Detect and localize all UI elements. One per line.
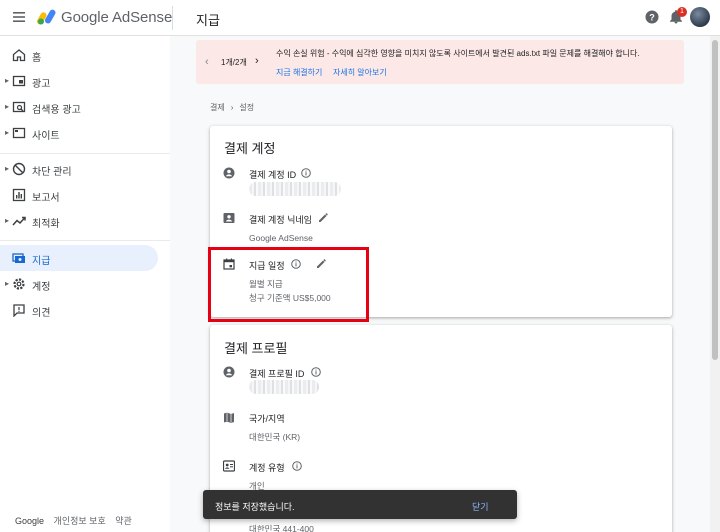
- sidebar-item-feedback[interactable]: 의견: [0, 297, 158, 323]
- sidebar-item-label: 보고서: [32, 193, 60, 204]
- sidebar-item-label: 지급: [32, 256, 51, 267]
- sidebar-item-label: 계정: [32, 282, 51, 293]
- sidebar-item-label: 차단 관리: [32, 167, 72, 178]
- adsense-logo-icon: [37, 9, 56, 25]
- search-ads-icon: [12, 101, 26, 113]
- sidebar-item-search-ads[interactable]: ▸ 검색용 광고: [0, 94, 158, 120]
- sidebar-item-payments[interactable]: 지급: [0, 245, 158, 271]
- expand-caret-icon: ▸: [5, 164, 10, 173]
- help-icon[interactable]: ?: [645, 10, 659, 24]
- ads-icon: [12, 75, 26, 87]
- sidebar-item-label: 의견: [32, 308, 51, 319]
- payments-account-nickname-label: 결제 계정 닉네임: [249, 215, 312, 225]
- sidebar-item-label: 최적화: [32, 219, 60, 230]
- account-circle-icon: [223, 167, 235, 179]
- map-icon: [224, 412, 234, 423]
- optimization-icon: [12, 216, 26, 226]
- account-circle-icon: [223, 366, 235, 378]
- payments-account-title: 결제 계정: [224, 141, 276, 156]
- sidebar-item-optimization[interactable]: ▸ 최적화: [0, 208, 158, 234]
- payments-profile-id-label: 결제 프로필 ID: [249, 369, 305, 379]
- payments-icon: [12, 253, 25, 263]
- payment-schedule-label: 지급 일정: [249, 261, 285, 271]
- country-label: 국가/지역: [249, 414, 285, 424]
- info-icon[interactable]: [301, 168, 311, 178]
- notification-count-badge: 1: [677, 7, 687, 17]
- payments-account-nickname-value: Google AdSense: [249, 233, 313, 243]
- feedback-icon: [13, 304, 25, 317]
- sidebar-divider: [0, 240, 170, 241]
- sidebar-item-label: 검색용 광고: [32, 105, 81, 116]
- breadcrumb-separator-icon: ›: [230, 103, 234, 112]
- sidebar-item-sites[interactable]: ▸ 사이트: [0, 120, 158, 146]
- snackbar-close-button[interactable]: 닫기: [472, 500, 489, 513]
- top-app-bar: Google AdSense 지급 ? 1: [0, 0, 720, 36]
- account-type-label: 계정 유형: [249, 463, 285, 473]
- sidebar-item-home[interactable]: 홈: [0, 42, 158, 68]
- breadcrumb: 결제 › 설정: [210, 102, 254, 113]
- menu-icon[interactable]: [12, 10, 26, 24]
- app-name: Google AdSense: [61, 9, 173, 26]
- sidebar-footer: Google 개인정보 보호 약관: [15, 514, 139, 527]
- svg-text:?: ?: [649, 12, 655, 22]
- payment-schedule-value: 월별 지급: [249, 279, 283, 289]
- scrollbar-thumb[interactable]: [712, 40, 718, 360]
- sidebar-item-blocking-controls[interactable]: ▸ 차단 관리: [0, 156, 158, 182]
- learn-more-link[interactable]: 자세히 알아보기: [333, 67, 387, 78]
- sidebar-item-reports[interactable]: 보고서: [0, 182, 158, 208]
- account-avatar[interactable]: [690, 7, 710, 27]
- footer-terms-link[interactable]: 약관: [115, 516, 132, 526]
- redacted-profile-id: [249, 380, 319, 394]
- sidebar-item-label: 사이트: [32, 131, 60, 142]
- breadcrumb-payments-link[interactable]: 결제: [210, 103, 225, 112]
- expand-caret-icon: ▸: [5, 128, 10, 137]
- sites-icon: [12, 127, 26, 139]
- expand-caret-icon: ▸: [5, 279, 10, 288]
- block-icon: [12, 162, 26, 176]
- fix-now-link[interactable]: 지금 해결하기: [276, 67, 322, 78]
- header-divider: [172, 6, 173, 30]
- payments-profile-title: 결제 프로필: [224, 341, 288, 356]
- alert-message: 수익 손실 위험 - 수익에 심각한 영향을 미치지 않도록 사이트에서 발견된…: [276, 49, 640, 58]
- expand-caret-icon: ▸: [5, 216, 10, 225]
- edit-pencil-icon[interactable]: [318, 212, 329, 223]
- sidebar-item-account[interactable]: ▸ 계정: [0, 271, 158, 297]
- snackbar-message: 정보를 저장했습니다.: [215, 502, 295, 512]
- alert-prev-chevron-icon[interactable]: ‹: [205, 56, 209, 68]
- sidebar-item-ads[interactable]: ▸ 광고: [0, 68, 158, 94]
- address-partial-value: 대한민국 441-400: [249, 524, 314, 532]
- payments-account-id-label: 결제 계정 ID: [249, 170, 297, 180]
- edit-pencil-icon[interactable]: [316, 258, 327, 269]
- info-icon[interactable]: [291, 259, 301, 269]
- reports-icon: [12, 188, 26, 202]
- ads-txt-alert-banner: [196, 40, 684, 84]
- alert-pager: 1개/2개: [221, 58, 247, 67]
- badge-icon: [223, 213, 235, 223]
- redacted-account-id: [249, 182, 341, 196]
- gear-icon: [13, 278, 25, 290]
- calendar-icon: [223, 258, 235, 270]
- home-icon: [12, 49, 26, 62]
- sidebar-item-label: 홈: [32, 53, 42, 64]
- payment-threshold-value: 청구 기준액 US$5,000: [249, 293, 331, 303]
- sidebar-item-label: 광고: [32, 79, 51, 90]
- info-icon[interactable]: [311, 367, 321, 377]
- expand-caret-icon: ▸: [5, 76, 10, 85]
- expand-caret-icon: ▸: [5, 102, 10, 111]
- badge-icon: [223, 460, 235, 472]
- page-title: 지급: [196, 13, 220, 28]
- footer-google-brand: Google: [15, 516, 45, 526]
- alert-next-chevron-icon[interactable]: ›: [255, 55, 259, 67]
- footer-privacy-link[interactable]: 개인정보 보호: [54, 516, 106, 526]
- sidebar-divider: [0, 153, 170, 154]
- country-value: 대한민국 (KR): [249, 432, 301, 442]
- breadcrumb-current: 설정: [239, 103, 255, 112]
- info-icon[interactable]: [292, 461, 302, 471]
